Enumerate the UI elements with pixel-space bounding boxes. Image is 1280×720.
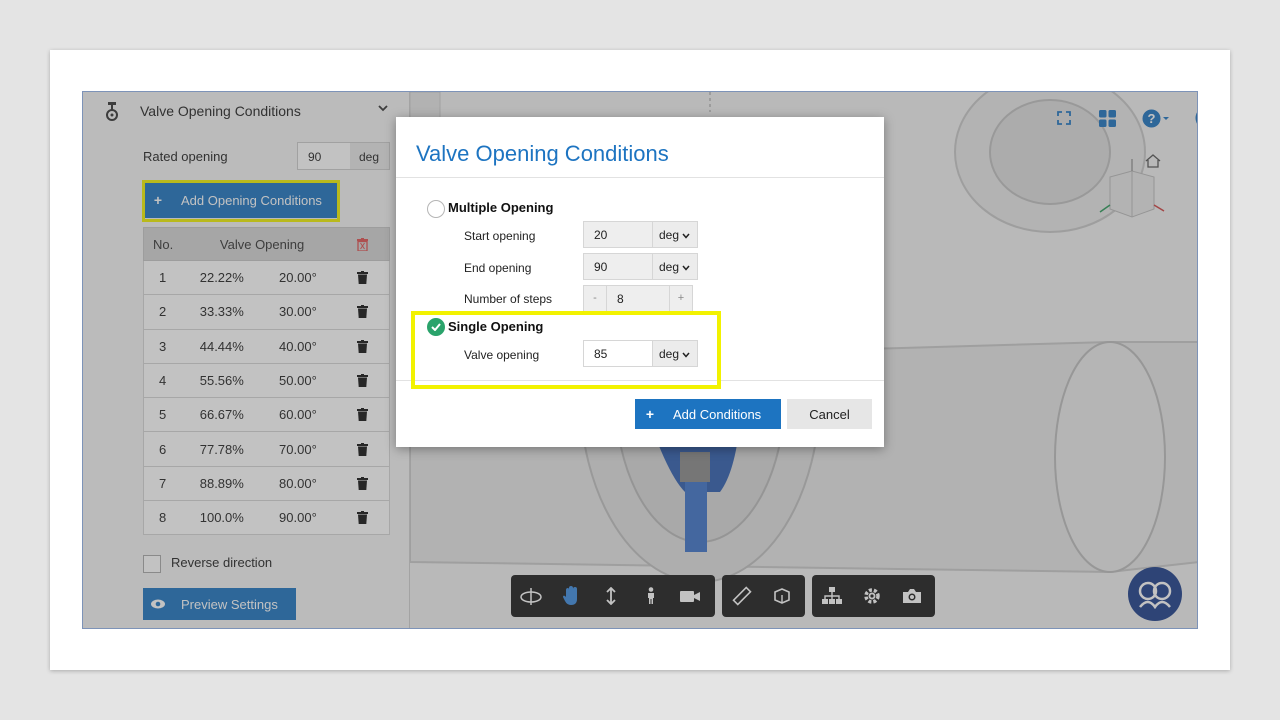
highlight-box-single-opening (411, 311, 721, 389)
chevron-down-icon (682, 265, 690, 271)
start-unit-text: deg (659, 228, 680, 242)
end-opening-input[interactable]: 90 (583, 253, 653, 280)
multiple-opening-label: Multiple Opening (448, 200, 554, 215)
valve-opening-dialog: Valve Opening Conditions Multiple Openin… (396, 117, 884, 447)
cancel-button[interactable]: Cancel (787, 399, 872, 429)
steps-increment-button[interactable]: + (669, 285, 693, 312)
number-of-steps-label: Number of steps (464, 292, 553, 306)
steps-decrement-button[interactable]: - (583, 285, 607, 312)
divider (396, 177, 884, 178)
start-opening-unit-select[interactable]: deg (652, 221, 698, 248)
start-opening-label: Start opening (464, 229, 536, 243)
dialog-title: Valve Opening Conditions (416, 141, 669, 166)
end-opening-unit-select[interactable]: deg (652, 253, 698, 280)
add-conditions-button[interactable]: + Add Conditions (635, 399, 781, 429)
start-opening-input[interactable]: 20 (583, 221, 653, 248)
plus-icon: + (645, 406, 655, 422)
end-opening-label: End opening (464, 261, 532, 275)
chevron-down-icon (682, 233, 690, 239)
steps-input[interactable]: 8 (606, 285, 670, 312)
multiple-opening-radio[interactable] (427, 200, 445, 218)
add-conditions-label: Add Conditions (673, 406, 762, 422)
end-unit-text: deg (659, 260, 680, 274)
